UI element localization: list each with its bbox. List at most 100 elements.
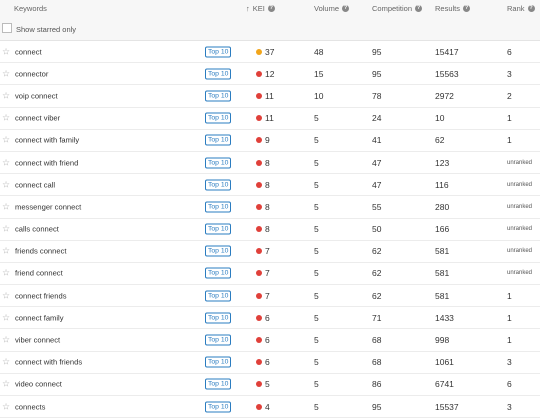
star-icon[interactable]: ☆ [2, 379, 10, 390]
volume-value: 5 [314, 179, 319, 190]
volume-value: 5 [314, 224, 319, 235]
kei-value: 8 [265, 157, 270, 168]
sort-ascending-icon: ↑ [246, 4, 250, 13]
results-value: 166 [435, 224, 450, 235]
star-icon[interactable]: ☆ [2, 401, 10, 412]
star-icon[interactable]: ☆ [2, 135, 10, 146]
top10-button[interactable]: Top 10 [205, 223, 232, 235]
keyword-text: connector [15, 69, 49, 79]
star-icon[interactable]: ☆ [2, 201, 10, 212]
star-icon[interactable]: ☆ [2, 224, 10, 235]
competition-value: 71 [372, 312, 382, 323]
column-rank[interactable]: Rank ? [507, 4, 535, 13]
help-icon[interactable]: ? [463, 5, 471, 12]
star-icon[interactable]: ☆ [2, 335, 10, 346]
kei-status-dot [256, 226, 262, 233]
star-icon[interactable]: ☆ [2, 246, 10, 257]
star-icon[interactable]: ☆ [2, 157, 10, 168]
competition-value: 68 [372, 357, 382, 368]
help-icon[interactable]: ? [342, 5, 350, 12]
competition-value: 95 [372, 46, 382, 57]
table-row: ☆ friend connect Top 10 7 5 62 581 unranked [0, 263, 540, 286]
help-icon[interactable]: ? [267, 5, 275, 12]
help-icon[interactable]: ? [527, 5, 535, 12]
kei-status-dot [256, 181, 262, 188]
results-value: 581 [435, 246, 450, 257]
star-icon[interactable]: ☆ [2, 46, 10, 57]
kei-cell: 11 [256, 91, 274, 101]
top10-button[interactable]: Top 10 [205, 90, 232, 102]
top10-button[interactable]: Top 10 [205, 157, 232, 169]
rank-value: unranked [507, 226, 533, 233]
table-row: ☆ connect friends Top 10 7 5 62 581 1 [0, 285, 540, 308]
rank-value: 3 [507, 401, 512, 412]
show-starred-checkbox[interactable] [2, 23, 12, 33]
results-value: 15537 [435, 401, 459, 412]
volume-value: 5 [314, 290, 319, 301]
kei-status-dot [256, 159, 262, 166]
kei-value: 8 [265, 224, 270, 235]
star-icon[interactable]: ☆ [2, 290, 10, 301]
kei-cell: 37 [256, 47, 274, 57]
keyword-text: viber connect [15, 335, 61, 345]
star-icon[interactable]: ☆ [2, 312, 10, 323]
kei-status-dot [256, 70, 262, 77]
top10-button[interactable]: Top 10 [205, 112, 232, 124]
kei-cell: 7 [256, 246, 270, 256]
column-competition[interactable]: Competition ? [372, 4, 423, 13]
volume-value: 48 [314, 46, 324, 57]
table-header: Keywords ↑ KEI ? Volume ? Competition ? … [0, 0, 540, 18]
competition-value: 86 [372, 379, 382, 390]
competition-value: 62 [372, 290, 382, 301]
column-volume[interactable]: Volume ? [314, 4, 350, 13]
star-icon[interactable]: ☆ [2, 268, 10, 279]
rank-value: 6 [507, 46, 512, 57]
top10-button[interactable]: Top 10 [205, 245, 232, 257]
keyword-text: connect [15, 47, 42, 57]
table-row: ☆ connect family Top 10 6 5 71 1433 1 [0, 307, 540, 330]
column-rank-label: Rank [507, 4, 525, 13]
results-value: 62 [435, 135, 445, 146]
kei-status-dot [256, 92, 262, 99]
table-row: ☆ voip connect Top 10 11 10 78 2972 2 [0, 85, 540, 108]
kei-cell: 6 [256, 357, 270, 367]
competition-value: 55 [372, 201, 382, 212]
top10-button[interactable]: Top 10 [205, 134, 232, 146]
top10-button[interactable]: Top 10 [205, 267, 232, 279]
volume-value: 5 [314, 157, 319, 168]
top10-button[interactable]: Top 10 [205, 290, 232, 302]
help-icon[interactable]: ? [415, 5, 423, 12]
column-kei[interactable]: ↑ KEI ? [246, 4, 275, 13]
top10-button[interactable]: Top 10 [205, 401, 232, 413]
top10-button[interactable]: Top 10 [205, 179, 232, 191]
kei-value: 7 [265, 268, 270, 279]
keyword-text: video connect [15, 379, 62, 389]
results-value: 123 [435, 157, 450, 168]
keyword-text: connect with friend [15, 158, 79, 168]
top10-button[interactable]: Top 10 [205, 334, 232, 346]
column-keywords[interactable]: Keywords [14, 4, 47, 13]
volume-value: 5 [314, 312, 319, 323]
top10-button[interactable]: Top 10 [205, 46, 232, 58]
top10-button[interactable]: Top 10 [205, 68, 232, 80]
keyword-text: connect call [15, 180, 56, 190]
top10-button[interactable]: Top 10 [205, 356, 232, 368]
competition-value: 41 [372, 135, 382, 146]
rank-value: unranked [507, 270, 533, 277]
star-icon[interactable]: ☆ [2, 90, 10, 101]
top10-button[interactable]: Top 10 [205, 312, 232, 324]
rank-value: unranked [507, 159, 533, 166]
kei-value: 11 [265, 113, 274, 124]
competition-value: 62 [372, 246, 382, 257]
star-icon[interactable]: ☆ [2, 179, 10, 190]
keyword-text: connect family [15, 313, 64, 323]
top10-button[interactable]: Top 10 [205, 201, 232, 213]
star-icon[interactable]: ☆ [2, 113, 10, 124]
column-results[interactable]: Results ? [435, 4, 471, 13]
star-icon[interactable]: ☆ [2, 357, 10, 368]
competition-value: 50 [372, 224, 382, 235]
competition-value: 24 [372, 113, 382, 124]
top10-button[interactable]: Top 10 [205, 378, 232, 390]
star-icon[interactable]: ☆ [2, 68, 10, 79]
show-starred-label[interactable]: Show starred only [16, 25, 76, 34]
